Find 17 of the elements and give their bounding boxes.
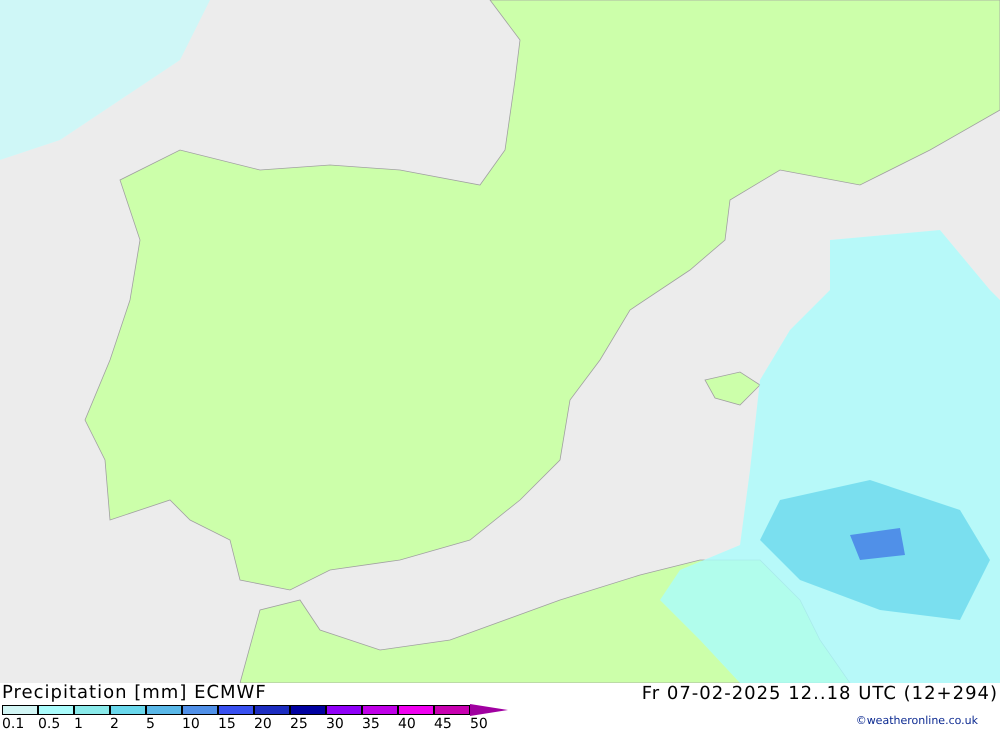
legend-value: 1 [74,716,84,732]
legend-value: 25 [290,716,309,732]
legend-value: 50 [470,716,489,732]
legend-value: 0.5 [38,716,62,732]
legend-value: 40 [398,716,417,732]
legend-value: 15 [218,716,237,732]
legend-value: 10 [182,716,201,732]
legend-value: 30 [326,716,345,732]
credit-link[interactable]: ©weatheronline.co.uk [856,713,978,730]
valid-time: Fr 07-02-2025 12..18 UTC (12+294) [642,683,998,705]
legend-value: 20 [254,716,273,732]
legend-value: 2 [110,716,120,732]
legend-title: Precipitation [mm] ECMWF [2,683,268,703]
legend-value: 45 [434,716,453,732]
legend-value: 0.1 [2,716,26,732]
legend-value: 35 [362,716,381,732]
legend-value: 5 [146,716,156,732]
